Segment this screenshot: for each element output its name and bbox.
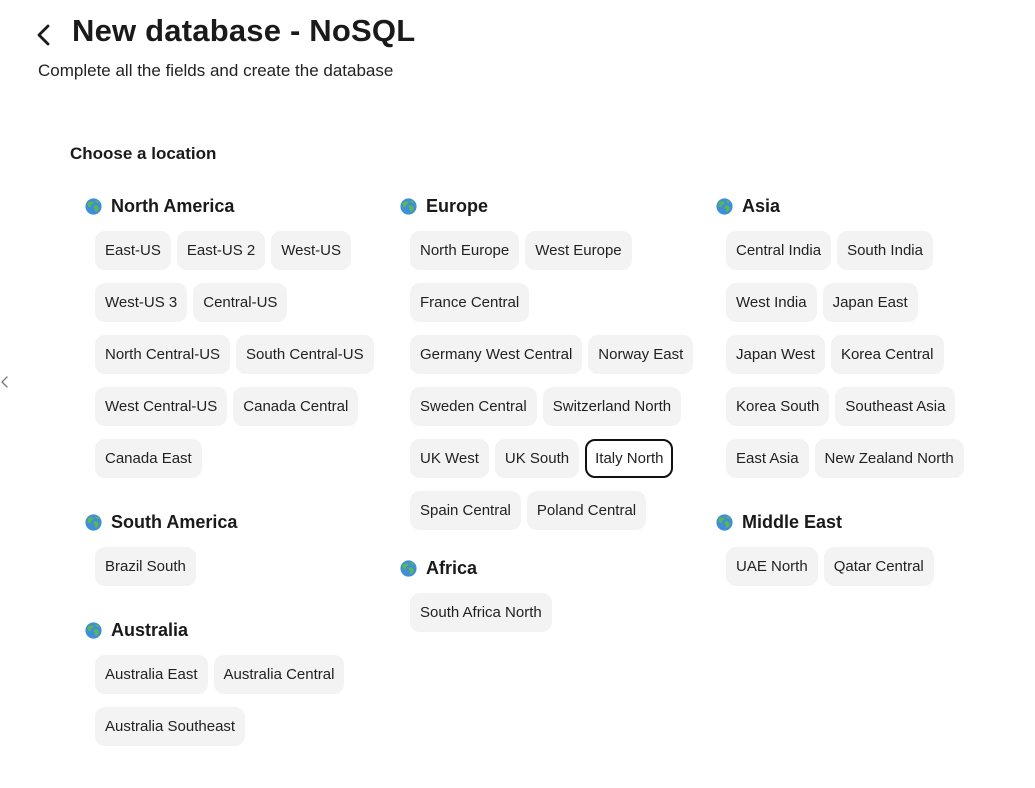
section-title-location: Choose a location bbox=[70, 144, 217, 163]
globe-icon bbox=[716, 197, 733, 215]
region-column: Asia Central India South India West India Ja… bbox=[716, 194, 1016, 586]
location-chip-japan-west[interactable]: Japan West bbox=[726, 335, 825, 374]
page-title: New database - NoSQL bbox=[72, 13, 416, 48]
region-title: Middle East bbox=[742, 511, 843, 532]
location-chip-central-us[interactable]: Central-US bbox=[193, 283, 288, 322]
location-chip-west-europe[interactable]: West Europe bbox=[525, 231, 632, 270]
region-header: Middle East bbox=[716, 510, 1016, 534]
location-chip-spain-central[interactable]: Spain Central bbox=[410, 491, 521, 530]
location-chip-brazil-south[interactable]: Brazil South bbox=[95, 547, 196, 586]
location-chip-switzerland-north[interactable]: Switzerland North bbox=[542, 387, 682, 426]
page-subtitle: Complete all the fields and create the d… bbox=[38, 61, 394, 80]
location-chip-group: UAE North Qatar Central bbox=[726, 547, 976, 586]
location-chip-australia-central[interactable]: Australia Central bbox=[213, 655, 345, 694]
region-africa: Africa South Africa North bbox=[400, 556, 700, 632]
region-header: Asia bbox=[716, 194, 1016, 218]
globe-icon bbox=[85, 197, 102, 215]
location-chip-east-us-2[interactable]: East-US 2 bbox=[176, 231, 266, 270]
location-chip-west-india[interactable]: West India bbox=[726, 283, 817, 322]
location-chip-japan-east[interactable]: Japan East bbox=[822, 283, 918, 322]
region-australia: Australia Australia East Australia Central… bbox=[85, 618, 385, 746]
region-middle-east: Middle East UAE North Qatar Central bbox=[716, 510, 1016, 586]
location-chip-korea-central[interactable]: Korea Central bbox=[830, 335, 944, 374]
location-chip-sweden-central[interactable]: Sweden Central bbox=[410, 387, 537, 426]
location-chip-central-india[interactable]: Central India bbox=[726, 231, 832, 270]
location-chip-qatar-central[interactable]: Qatar Central bbox=[823, 547, 934, 586]
region-asia: Asia Central India South India West India Ja… bbox=[716, 194, 1016, 478]
region-header: Europe bbox=[400, 194, 700, 218]
location-chip-group: South Africa North bbox=[410, 593, 700, 632]
location-chip-uae-north[interactable]: UAE North bbox=[726, 547, 818, 586]
side-panel-toggle[interactable] bbox=[0, 373, 10, 391]
location-chip-east-us[interactable]: East-US bbox=[95, 231, 171, 270]
globe-icon bbox=[85, 621, 102, 639]
region-header: Africa bbox=[400, 556, 700, 580]
region-column: Europe North Europe West Europe France Cent… bbox=[400, 194, 700, 632]
region-header: Australia bbox=[85, 618, 385, 642]
location-chip-france-central[interactable]: France Central bbox=[410, 283, 530, 322]
globe-icon bbox=[400, 197, 417, 215]
location-chip-australia-east[interactable]: Australia East bbox=[95, 655, 208, 694]
location-chip-canada-central[interactable]: Canada Central bbox=[233, 387, 359, 426]
new-database-page: New database - NoSQL Complete all the fi… bbox=[0, 0, 1035, 788]
location-chip-west-us[interactable]: West-US bbox=[271, 231, 351, 270]
region-title: Asia bbox=[742, 195, 781, 216]
location-chip-west-us-3[interactable]: West-US 3 bbox=[95, 283, 188, 322]
region-column: North America East-US East-US 2 West-US West… bbox=[85, 194, 385, 746]
location-chip-south-central-us[interactable]: South Central-US bbox=[236, 335, 374, 374]
back-button[interactable] bbox=[28, 19, 60, 51]
location-chip-group: Central India South India West India Japan … bbox=[726, 231, 976, 478]
location-chip-poland-central[interactable]: Poland Central bbox=[526, 491, 647, 530]
location-chip-west-central-us[interactable]: West Central-US bbox=[95, 387, 228, 426]
region-south-america: South America Brazil South bbox=[85, 510, 385, 586]
region-title: Africa bbox=[426, 557, 478, 578]
region-header: North America bbox=[85, 194, 385, 218]
location-chip-new-zealand-north[interactable]: New Zealand North bbox=[814, 439, 964, 478]
location-chip-australia-southeast[interactable]: Australia Southeast bbox=[95, 707, 246, 746]
region-title: North America bbox=[111, 195, 235, 216]
chevron-left-icon bbox=[37, 24, 50, 46]
location-chip-group: North Europe West Europe France Central Ger… bbox=[410, 231, 700, 530]
region-title: Europe bbox=[426, 195, 489, 216]
location-chip-uk-south[interactable]: UK South bbox=[494, 439, 580, 478]
location-chip-canada-east[interactable]: Canada East bbox=[95, 439, 202, 478]
location-chip-southeast-asia[interactable]: Southeast Asia bbox=[835, 387, 956, 426]
chevron-left-icon bbox=[1, 376, 8, 388]
location-chip-north-central-us[interactable]: North Central-US bbox=[95, 335, 231, 374]
location-chip-north-europe[interactable]: North Europe bbox=[410, 231, 520, 270]
location-chip-uk-west[interactable]: UK West bbox=[410, 439, 489, 478]
globe-icon bbox=[85, 513, 102, 531]
location-chip-norway-east[interactable]: Norway East bbox=[588, 335, 694, 374]
region-title: Australia bbox=[111, 619, 189, 640]
globe-icon bbox=[400, 559, 417, 577]
location-chip-group: East-US East-US 2 West-US West-US 3 Central-… bbox=[95, 231, 385, 478]
region-north-america: North America East-US East-US 2 West-US West… bbox=[85, 194, 385, 478]
location-chip-italy-north[interactable]: Italy North bbox=[585, 439, 674, 478]
region-title: South America bbox=[111, 511, 238, 532]
location-chip-korea-south[interactable]: Korea South bbox=[726, 387, 830, 426]
globe-icon bbox=[716, 513, 733, 531]
location-chip-south-africa-north[interactable]: South Africa North bbox=[410, 593, 552, 632]
location-chip-east-asia[interactable]: East Asia bbox=[726, 439, 809, 478]
location-chip-south-india[interactable]: South India bbox=[837, 231, 933, 270]
region-header: South America bbox=[85, 510, 385, 534]
location-chip-group: Australia East Australia Central Australia… bbox=[95, 655, 385, 746]
region-europe: Europe North Europe West Europe France Cent… bbox=[400, 194, 700, 530]
location-chip-germany-west-central[interactable]: Germany West Central bbox=[410, 335, 583, 374]
location-chip-group: Brazil South bbox=[95, 547, 385, 586]
